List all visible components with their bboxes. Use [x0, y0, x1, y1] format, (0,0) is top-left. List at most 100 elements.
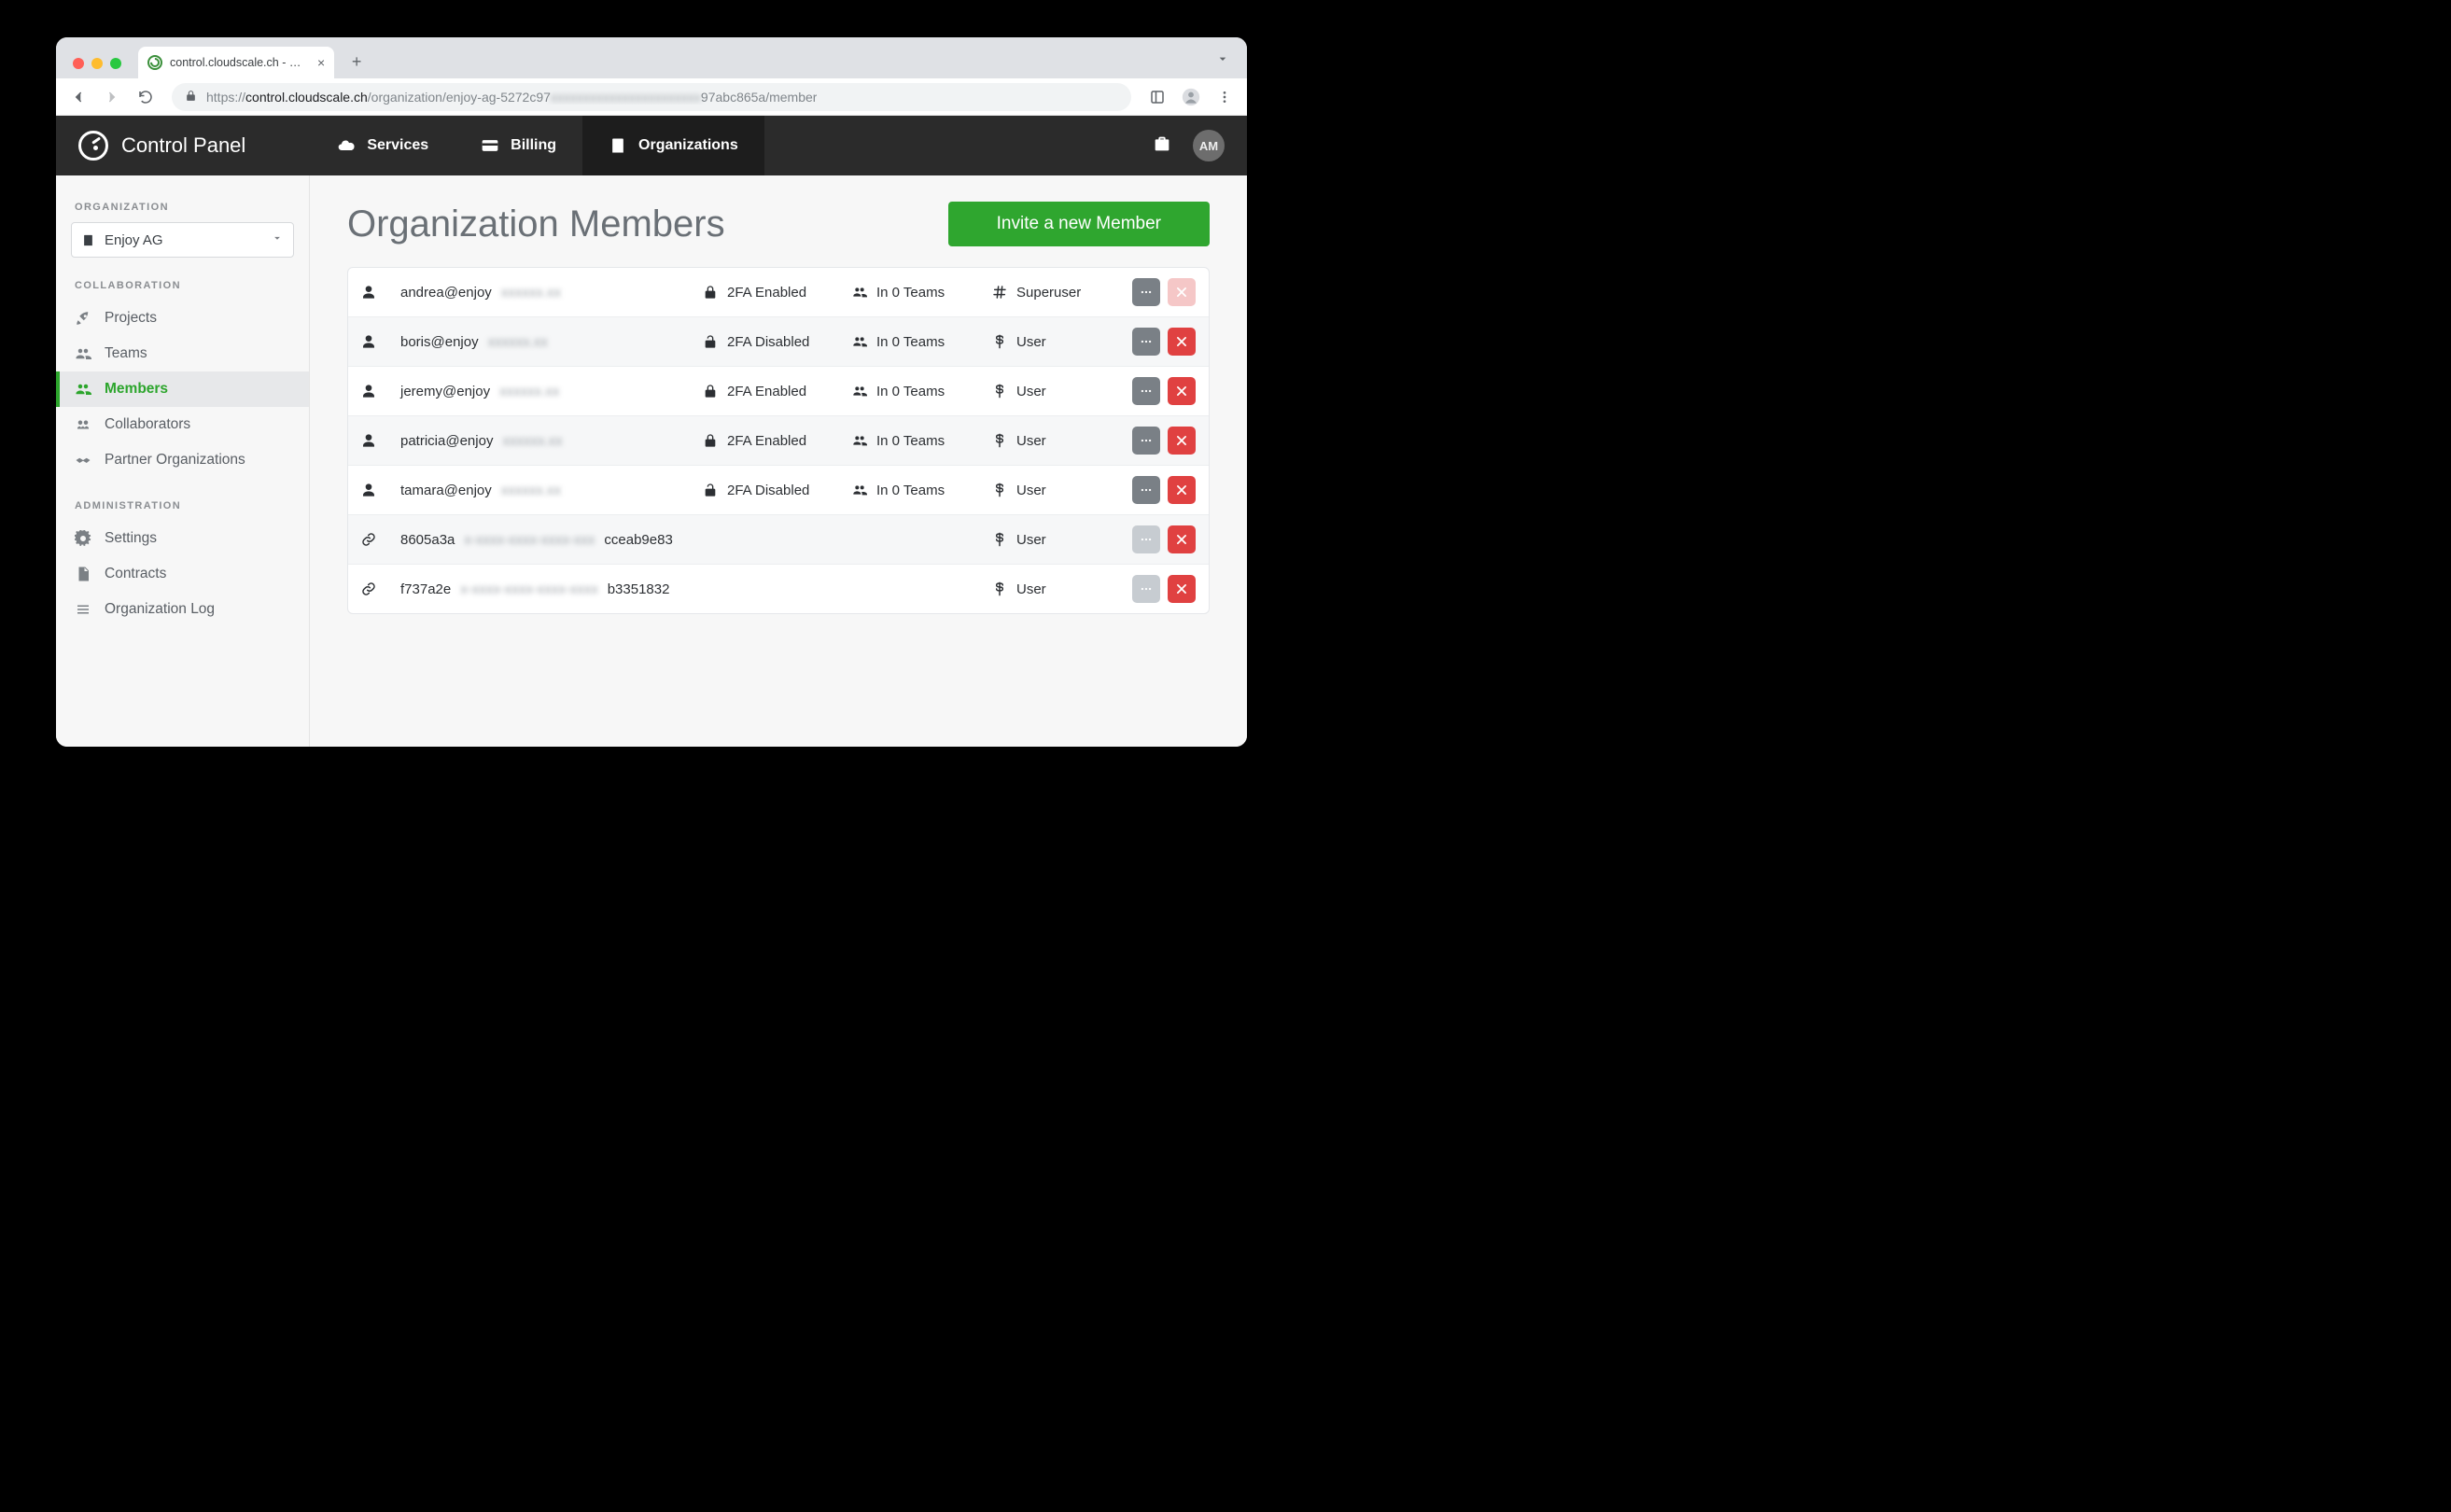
teams-count: In 0 Teams: [852, 384, 983, 399]
document-icon: [75, 566, 91, 582]
two-fa-status: 2FA Enabled: [703, 433, 843, 449]
nav-organizations[interactable]: Organizations: [582, 116, 764, 175]
invite-member-button[interactable]: Invite a new Member: [948, 202, 1210, 246]
remove-member-button[interactable]: [1168, 525, 1196, 553]
users-icon: [75, 381, 91, 398]
unlock-icon: [703, 483, 718, 497]
remove-member-button: [1168, 278, 1196, 306]
window-controls[interactable]: [67, 58, 127, 78]
dots-icon: [1140, 582, 1153, 595]
remove-member-button[interactable]: [1168, 377, 1196, 405]
more-actions-button[interactable]: [1132, 377, 1160, 405]
sidebar-item-label: Projects: [105, 310, 157, 327]
profile-icon[interactable]: [1176, 82, 1206, 112]
sidebar-heading-collaboration: COLLABORATION: [56, 276, 309, 301]
member-role: User: [992, 433, 1113, 449]
minimize-window-icon[interactable]: [91, 58, 103, 69]
two-fa-status: 2FA Enabled: [703, 384, 843, 399]
forward-button[interactable]: [97, 82, 127, 112]
sidebar-item-projects[interactable]: Projects: [56, 301, 309, 336]
browser-tab-strip: control.cloudscale.ch - Organi… × +: [56, 37, 1247, 78]
install-app-icon[interactable]: [1142, 82, 1172, 112]
org-selector[interactable]: Enjoy AG: [71, 222, 294, 258]
more-actions-button[interactable]: [1132, 278, 1160, 306]
teams-count: In 0 Teams: [852, 334, 983, 350]
app-header: Control Panel Services Billing Organizat…: [56, 116, 1247, 175]
browser-menu-icon[interactable]: [1210, 82, 1240, 112]
sidebar-heading-administration: ADMINISTRATION: [56, 497, 309, 521]
nav-services-label: Services: [367, 137, 428, 154]
dots-icon: [1140, 385, 1153, 398]
x-icon: [1175, 582, 1188, 595]
member-row: 8605a3ax-xxxx-xxxx-xxxx-xxxcceab9e83User: [348, 514, 1209, 564]
remove-member-button[interactable]: [1168, 575, 1196, 603]
remove-member-button[interactable]: [1168, 476, 1196, 504]
users-icon: [852, 384, 867, 399]
member-role: User: [992, 581, 1113, 597]
gauge-icon: [78, 131, 108, 161]
lock-icon: [703, 384, 718, 399]
close-tab-icon[interactable]: ×: [317, 55, 325, 70]
member-identifier: tamara@enjoyxxxxxx.xx: [400, 483, 693, 498]
more-actions-button[interactable]: [1132, 328, 1160, 356]
member-row: patricia@enjoyxxxxxx.xx2FA EnabledIn 0 T…: [348, 415, 1209, 465]
sidebar-item-organization-log[interactable]: Organization Log: [56, 592, 309, 627]
two-fa-status: 2FA Disabled: [703, 334, 843, 350]
sidebar-item-teams[interactable]: Teams: [56, 336, 309, 371]
briefcase-icon[interactable]: [1152, 133, 1172, 159]
main-content: Organization Members Invite a new Member…: [310, 175, 1247, 747]
building-icon: [609, 136, 627, 155]
tab-overflow-button[interactable]: [1215, 51, 1230, 71]
browser-toolbar: https://control.cloudscale.ch/organizati…: [56, 78, 1247, 116]
teams-count: In 0 Teams: [852, 483, 983, 498]
link-icon: [361, 532, 391, 547]
list-icon: [75, 601, 91, 618]
brand[interactable]: Control Panel: [78, 131, 245, 161]
browser-tab[interactable]: control.cloudscale.ch - Organi… ×: [138, 47, 334, 78]
close-window-icon[interactable]: [73, 58, 84, 69]
member-identifier: 8605a3ax-xxxx-xxxx-xxxx-xxxcceab9e83: [400, 532, 693, 548]
avatar[interactable]: AM: [1193, 130, 1225, 161]
member-row: jeremy@enjoyxxxxxx.xx 2FA Enabled In 0 Tea…: [348, 366, 1209, 415]
sidebar-item-label: Collaborators: [105, 416, 190, 433]
address-bar[interactable]: https://control.cloudscale.ch/organizati…: [172, 83, 1131, 111]
nav-services[interactable]: Services: [311, 116, 455, 175]
more-actions-button[interactable]: [1132, 427, 1160, 455]
more-actions-button[interactable]: [1132, 476, 1160, 504]
sidebar-item-members[interactable]: Members: [56, 371, 309, 407]
avatar-initials: AM: [1199, 139, 1218, 153]
member-actions: [1123, 278, 1196, 306]
sidebar-item-label: Contracts: [105, 566, 166, 582]
remove-member-button[interactable]: [1168, 427, 1196, 455]
reload-button[interactable]: [131, 82, 161, 112]
x-icon: [1175, 434, 1188, 447]
sidebar-item-label: Partner Organizations: [105, 452, 245, 469]
cloud-icon: [337, 136, 356, 155]
back-button[interactable]: [63, 82, 93, 112]
org-selector-label: Enjoy AG: [105, 232, 163, 248]
maximize-window-icon[interactable]: [110, 58, 121, 69]
building-icon: [81, 233, 95, 247]
more-actions-button: [1132, 525, 1160, 553]
nav-billing[interactable]: Billing: [455, 116, 582, 175]
new-tab-button[interactable]: +: [343, 49, 370, 75]
hash-icon: [992, 285, 1007, 300]
sidebar-item-collaborators[interactable]: Collaborators: [56, 407, 309, 442]
sidebar-item-contracts[interactable]: Contracts: [56, 556, 309, 592]
users-icon: [852, 483, 867, 497]
sidebar-item-label: Teams: [105, 345, 147, 362]
member-actions: [1123, 377, 1196, 405]
users-icon: [852, 334, 867, 349]
member-identifier: jeremy@enjoyxxxxxx.xx: [400, 384, 693, 399]
brand-label: Control Panel: [121, 133, 245, 158]
rocket-icon: [75, 310, 91, 327]
sidebar-item-settings[interactable]: Settings: [56, 521, 309, 556]
sidebar-item-partner-organizations[interactable]: Partner Organizations: [56, 442, 309, 478]
member-role: User: [992, 384, 1113, 399]
link-icon: [361, 581, 391, 596]
member-row: boris@enjoyxxxxxx.xx2FA DisabledIn 0 Tea…: [348, 316, 1209, 366]
member-identifier: andrea@enjoyxxxxxx.xx: [400, 285, 693, 301]
remove-member-button[interactable]: [1168, 328, 1196, 356]
dollar-icon: [992, 384, 1007, 399]
two-fa-status: 2FA Enabled: [703, 285, 843, 301]
